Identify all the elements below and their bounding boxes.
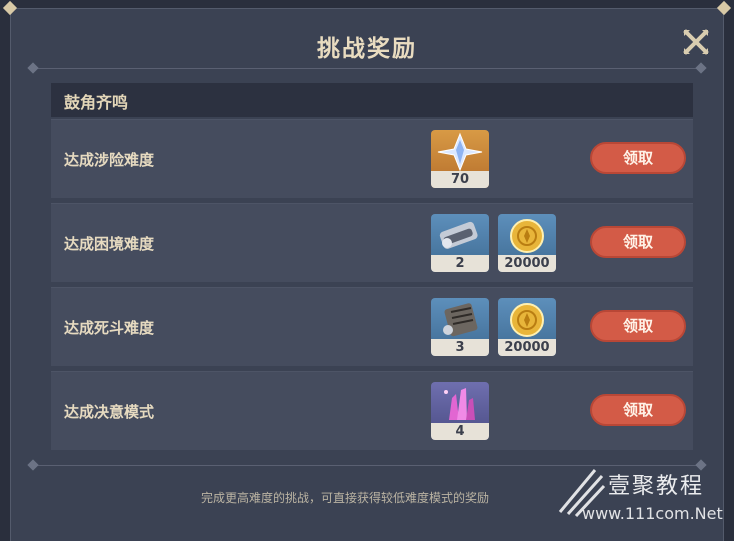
reward-count: 20000 [498,339,556,356]
section-title: 鼓角齐鸣 [51,83,693,117]
close-button[interactable] [681,27,711,57]
crystal-icon [444,388,475,420]
reward-row: 达成死斗难度 3 20000 领取 [51,287,693,366]
mora-coin-icon [510,303,544,337]
row-label: 达成涉险难度 [64,151,155,169]
row-label: 达成困境难度 [64,235,155,253]
reward-row: 达成决意模式 4 领取 [51,371,693,450]
reward-row: 达成困境难度 2 20000 领取 [51,203,693,282]
top-divider [27,62,707,74]
dialog-title: 挑战奖励 [317,36,417,62]
reward-count: 3 [431,339,489,356]
talent-book-icon [443,303,478,337]
reward-row: 达成涉险难度 70 领取 [51,119,693,198]
reward-count: 70 [431,171,489,188]
claim-button[interactable]: 领取 [590,394,686,426]
claim-button[interactable]: 领取 [590,226,686,258]
talent-book-icon [439,221,478,249]
bottom-divider [27,459,707,471]
reward-count: 20000 [498,255,556,272]
close-icon [683,29,709,55]
reward-item[interactable]: 20000 [498,298,556,356]
reward-item[interactable]: 2 [431,214,489,272]
mora-coin-icon [510,219,544,253]
claim-button[interactable]: 领取 [590,310,686,342]
reward-count: 4 [431,423,489,440]
reward-count: 2 [431,255,489,272]
primogem-icon [437,132,483,172]
reward-item[interactable]: 3 [431,298,489,356]
row-label: 达成决意模式 [64,403,155,421]
reward-item[interactable]: 4 [431,382,489,440]
reward-item[interactable]: 70 [431,130,489,188]
reward-item[interactable]: 20000 [498,214,556,272]
footer-hint: 完成更高难度的挑战，可直接获得较低难度模式的奖励 [201,491,490,505]
row-label: 达成死斗难度 [64,319,155,337]
claim-button[interactable]: 领取 [590,142,686,174]
challenge-reward-dialog: 挑战奖励 鼓角齐鸣 达成涉险难度 70 领取 达成困境难度 2 20000 领取… [10,8,724,541]
